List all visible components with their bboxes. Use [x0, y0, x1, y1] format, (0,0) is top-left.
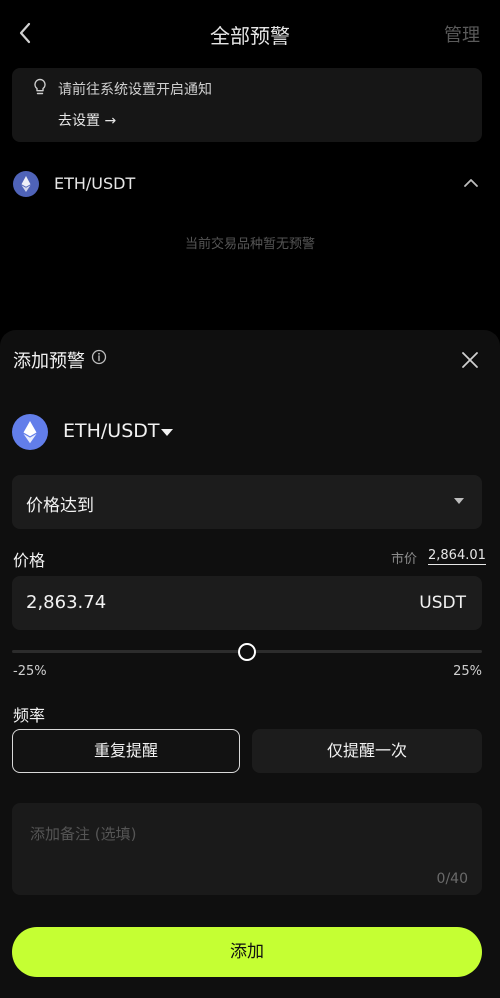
caret-down-icon[interactable] [160, 428, 174, 438]
pair-selector-label[interactable]: ETH/USDT [63, 420, 160, 442]
frequency-option-repeat[interactable]: 重复提醒 [12, 729, 240, 773]
ethereum-icon [12, 414, 48, 450]
condition-selected-value: 价格达到 [26, 496, 94, 516]
caret-down-icon [454, 498, 464, 504]
sheet-title: 添加预警 [13, 351, 85, 372]
empty-alerts-text: 当前交易品种暂无预警 [184, 237, 315, 252]
info-icon[interactable] [91, 349, 107, 365]
frequency-option-once[interactable]: 仅提醒一次 [252, 729, 482, 773]
condition-select[interactable]: 价格达到 [12, 475, 482, 529]
market-price-value[interactable]: 2,864.01 [428, 548, 486, 565]
pair-row-label[interactable]: ETH/USDT [54, 174, 135, 193]
market-price-label: 市价 [391, 552, 418, 567]
top-bar: 全部预警 管理 [0, 0, 500, 68]
go-settings-link[interactable]: 去设置 → [58, 110, 116, 130]
frequency-label: 频率 [13, 706, 46, 725]
ethereum-icon [13, 171, 39, 197]
price-label: 价格 [13, 551, 46, 570]
back-chevron-left-icon[interactable] [14, 18, 38, 48]
price-input[interactable] [26, 592, 326, 613]
price-slider-thumb[interactable] [238, 643, 256, 661]
add-alert-button[interactable]: 添加 [12, 927, 482, 977]
page-title: 全部预警 [210, 24, 290, 48]
price-field[interactable]: USDT [12, 576, 482, 630]
slider-max-label: 25% [453, 664, 482, 679]
close-icon[interactable] [459, 349, 481, 371]
note-char-counter: 0/40 [436, 871, 468, 887]
collapse-chevron-up-icon[interactable] [462, 176, 480, 190]
lightbulb-icon [34, 78, 46, 95]
note-input[interactable] [30, 823, 460, 867]
notification-notice: 请前往系统设置开启通知 去设置 → [12, 68, 482, 142]
price-unit: USDT [419, 593, 466, 613]
slider-min-label: -25% [13, 664, 47, 679]
manage-button[interactable]: 管理 [444, 21, 480, 47]
note-field[interactable]: 0/40 [12, 803, 482, 895]
notice-text: 请前往系统设置开启通知 [58, 82, 212, 98]
